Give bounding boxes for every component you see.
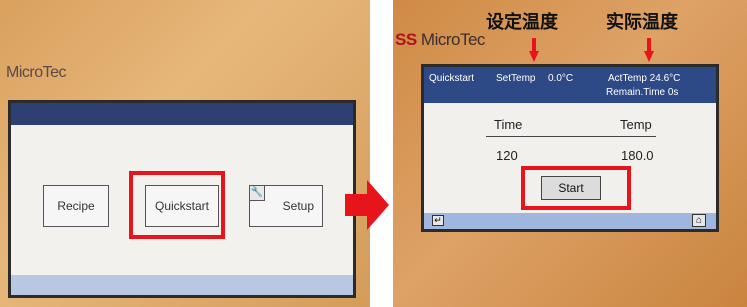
- time-value[interactable]: 120: [496, 148, 518, 163]
- time-header: Time: [494, 117, 523, 132]
- left-photo: MicroTec Recipe Quickstart 🔧 Setup: [0, 0, 370, 307]
- mode-label: Quickstart: [429, 73, 475, 84]
- actual-temp-annotation: 实际温度: [606, 12, 678, 33]
- quickstart-highlight-box: [129, 171, 225, 239]
- set-temp-value: 0.0°C: [548, 73, 574, 84]
- down-arrow-icon: [644, 38, 654, 62]
- wrench-icon: 🔧: [250, 186, 265, 201]
- right-photo: SS MicroTec 设定温度 实际温度 Quickstart SetTemp…: [393, 0, 747, 307]
- setup-button[interactable]: 🔧 Setup: [249, 185, 323, 227]
- setup-label: Setup: [282, 199, 314, 213]
- temp-header: Temp: [620, 117, 652, 132]
- table-divider: [486, 136, 656, 137]
- back-icon[interactable]: ↵: [432, 215, 444, 226]
- start-highlight-box: [521, 166, 631, 210]
- brand-label: MicroTec: [6, 64, 67, 81]
- home-icon[interactable]: ⌂: [692, 214, 706, 227]
- act-temp-readout: ActTemp 24.6°C: [608, 73, 681, 84]
- status-bar: Quickstart SetTemp 0.0°C ActTemp 24.6°C …: [424, 67, 716, 103]
- bottom-bar: [11, 275, 353, 295]
- set-temp-annotation: 设定温度: [486, 12, 558, 33]
- top-bar: [11, 103, 353, 125]
- footer-bar: ↵ ⌂: [424, 213, 716, 229]
- down-arrow-icon: [529, 38, 539, 62]
- temp-value[interactable]: 180.0: [621, 148, 654, 163]
- right-arrow-icon: [345, 180, 389, 230]
- remain-time-readout: Remain.Time 0s: [606, 87, 679, 98]
- brand-label-2: SS MicroTec: [395, 30, 485, 49]
- set-temp-label: SetTemp: [496, 73, 536, 84]
- recipe-button[interactable]: Recipe: [43, 185, 109, 227]
